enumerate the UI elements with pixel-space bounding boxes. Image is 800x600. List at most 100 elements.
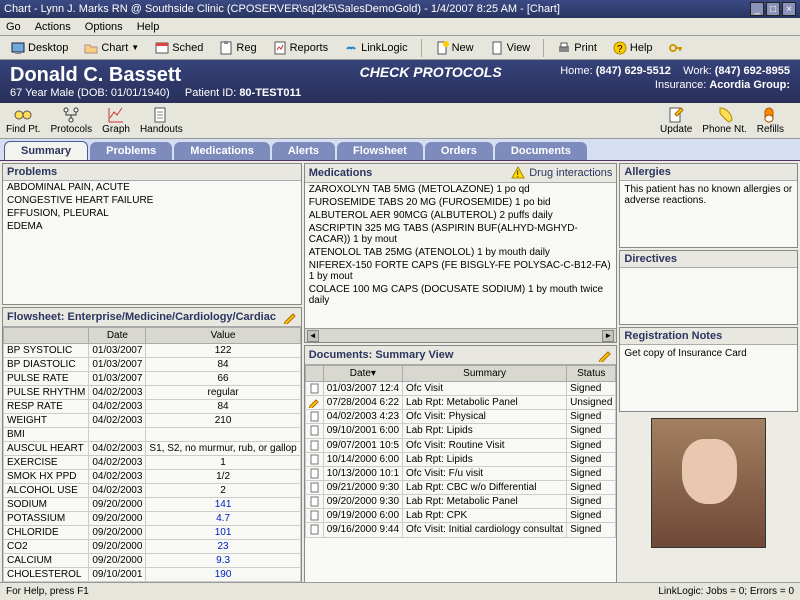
- flowsheet-row[interactable]: AUSCUL HEART04/02/2003S1, S2, no murmur,…: [4, 442, 301, 456]
- medication-item[interactable]: FUROSEMIDE TABS 20 MG (FUROSEMIDE) 1 po …: [305, 196, 617, 209]
- menu-actions[interactable]: Actions: [35, 21, 71, 33]
- tab-orders[interactable]: Orders: [425, 142, 493, 160]
- medication-item[interactable]: ASCRIPTIN 325 MG TABS (ASPIRIN BUF(ALHYD…: [305, 222, 617, 246]
- new-button[interactable]: New: [428, 38, 481, 58]
- document-row[interactable]: 09/07/2001 10:5Ofc Visit: Routine VisitS…: [305, 438, 616, 452]
- tab-documents[interactable]: Documents: [495, 142, 587, 160]
- document-row[interactable]: 09/20/2000 9:30Lab Rpt: Metabolic PanelS…: [305, 495, 616, 509]
- drug-interactions-link[interactable]: Drug interactions: [529, 167, 612, 179]
- tab-medications[interactable]: Medications: [174, 142, 270, 160]
- flowsheet-row[interactable]: ALCOHOL USE04/02/20032: [4, 484, 301, 498]
- flowsheet-col-value[interactable]: Value: [146, 328, 300, 344]
- chart-toolbar: Find Pt. Protocols Graph Handouts Update…: [0, 103, 800, 139]
- flowsheet-row[interactable]: CO209/20/200023: [4, 540, 301, 554]
- find-patient-button[interactable]: Find Pt.: [6, 106, 40, 135]
- flowsheet-row[interactable]: SODIUM09/20/2000141: [4, 498, 301, 512]
- flowsheet-row[interactable]: BP DIASTOLIC01/03/200784: [4, 358, 301, 372]
- document-row[interactable]: 07/28/2004 6:22Lab Rpt: Metabolic PanelU…: [305, 396, 616, 410]
- directives-header: Directives: [620, 251, 797, 268]
- help-button[interactable]: ?Help: [606, 38, 660, 58]
- medication-item[interactable]: COLACE 100 MG CAPS (DOCUSATE SODIUM) 1 b…: [305, 283, 617, 307]
- flowsheet-row[interactable]: BP SYSTOLIC01/03/2007122: [4, 344, 301, 358]
- pill-icon: [761, 106, 779, 124]
- regnotes-text[interactable]: Get copy of Insurance Card: [620, 345, 797, 411]
- flowsheet-row[interactable]: POTASSIUM09/20/20004.7: [4, 512, 301, 526]
- document-row[interactable]: 01/03/2007 12:4Ofc VisitSigned: [305, 382, 616, 396]
- flowsheet-date: [89, 428, 146, 442]
- print-button[interactable]: Print: [550, 38, 604, 58]
- meds-scrollbar[interactable]: ◄ ►: [305, 328, 617, 342]
- problem-item[interactable]: EFFUSION, PLEURAL: [3, 207, 301, 220]
- problems-list[interactable]: ABDOMINAL PAIN, ACUTECONGESTIVE HEART FA…: [3, 181, 301, 304]
- flowsheet-row[interactable]: EXERCISE04/02/20031: [4, 456, 301, 470]
- flowsheet-row[interactable]: PULSE RHYTHM04/02/2003regular: [4, 386, 301, 400]
- problem-item[interactable]: EDEMA: [3, 220, 301, 233]
- update-button[interactable]: Update: [660, 106, 692, 135]
- menu-options[interactable]: Options: [85, 21, 123, 33]
- document-row[interactable]: 09/10/2001 6:00Lab Rpt: LipidsSigned: [305, 424, 616, 438]
- medication-item[interactable]: ZAROXOLYN TAB 5MG (METOLAZONE) 1 po qd: [305, 183, 617, 196]
- flowsheet-row[interactable]: PULSE RATE01/03/200766: [4, 372, 301, 386]
- close-icon[interactable]: ×: [782, 2, 796, 16]
- linklogic-button[interactable]: LinkLogic: [337, 38, 414, 58]
- directives-body[interactable]: [620, 268, 797, 324]
- refills-button[interactable]: Refills: [757, 106, 784, 135]
- handouts-button[interactable]: Handouts: [140, 106, 183, 135]
- directives-panel: Directives: [619, 250, 798, 325]
- problem-item[interactable]: CONGESTIVE HEART FAILURE: [3, 194, 301, 207]
- sched-button[interactable]: Sched: [148, 38, 210, 58]
- pencil-icon[interactable]: [598, 348, 612, 362]
- document-row[interactable]: 04/02/2003 4:23Ofc Visit: PhysicalSigned: [305, 410, 616, 424]
- flowsheet-row[interactable]: SMOK HX PPD04/02/20031/2: [4, 470, 301, 484]
- doc-col-summary[interactable]: Summary: [403, 366, 567, 382]
- reports-button[interactable]: Reports: [266, 38, 336, 58]
- doc-status: Signed: [567, 452, 616, 466]
- desktop-button[interactable]: Desktop: [4, 38, 75, 58]
- tab-problems[interactable]: Problems: [90, 142, 172, 160]
- scroll-left-icon[interactable]: ◄: [307, 330, 319, 342]
- problem-item[interactable]: ABDOMINAL PAIN, ACUTE: [3, 181, 301, 194]
- view-button[interactable]: View: [483, 38, 538, 58]
- flowsheet-col-date[interactable]: Date: [89, 328, 146, 344]
- doc-col-date[interactable]: Date▾: [323, 366, 402, 382]
- phone-note-button[interactable]: Phone Nt.: [702, 106, 746, 135]
- chart-button[interactable]: Chart▼: [77, 38, 146, 58]
- flowsheet-body[interactable]: Date Value BP SYSTOLIC01/03/2007122BP DI…: [3, 327, 301, 596]
- flowsheet-date: 04/02/2003: [89, 484, 146, 498]
- document-row[interactable]: 09/19/2000 6:00Lab Rpt: CPKSigned: [305, 509, 616, 523]
- flowsheet-row[interactable]: CALCIUM09/20/20009.3: [4, 554, 301, 568]
- document-row[interactable]: 09/16/2000 9:44Ofc Visit: Initial cardio…: [305, 523, 616, 537]
- key-button[interactable]: [662, 38, 690, 58]
- flowsheet-row[interactable]: RESP RATE04/02/200384: [4, 400, 301, 414]
- tab-flowsheet[interactable]: Flowsheet: [337, 142, 423, 160]
- menu-go[interactable]: Go: [6, 21, 21, 33]
- menu-help[interactable]: Help: [137, 21, 160, 33]
- documents-body[interactable]: Date▾ Summary Status 01/03/2007 12:4Ofc …: [305, 365, 617, 596]
- document-row[interactable]: 10/13/2000 10:1Ofc Visit: F/u visitSigne…: [305, 466, 616, 480]
- graph-button[interactable]: Graph: [102, 106, 130, 135]
- flowsheet-row[interactable]: CHLORIDE09/20/2000101: [4, 526, 301, 540]
- flowsheet-value: [146, 428, 300, 442]
- doc-col-icon[interactable]: [305, 366, 323, 382]
- document-row[interactable]: 09/21/2000 9:30Lab Rpt: CBC w/o Differen…: [305, 480, 616, 494]
- tab-alerts[interactable]: Alerts: [272, 142, 335, 160]
- pencil-icon[interactable]: [283, 310, 297, 324]
- reg-button[interactable]: Reg: [212, 38, 263, 58]
- doc-status: Signed: [567, 466, 616, 480]
- medication-item[interactable]: NIFEREX-150 FORTE CAPS (FE BISGLY-FE POL…: [305, 259, 617, 283]
- maximize-icon[interactable]: □: [766, 2, 780, 16]
- flowsheet-row[interactable]: WEIGHT04/02/2003210: [4, 414, 301, 428]
- flowsheet-col-name[interactable]: [4, 328, 89, 344]
- medication-item[interactable]: ATENOLOL TAB 25MG (ATENOLOL) 1 by mouth …: [305, 246, 617, 259]
- flowsheet-row[interactable]: BMI: [4, 428, 301, 442]
- medication-item[interactable]: ALBUTEROL AER 90MCG (ALBUTEROL) 2 puffs …: [305, 209, 617, 222]
- scroll-right-icon[interactable]: ►: [602, 330, 614, 342]
- minimize-icon[interactable]: _: [750, 2, 764, 16]
- flowsheet-row[interactable]: CHOLESTEROL09/10/2001190: [4, 568, 301, 582]
- medications-list[interactable]: ZAROXOLYN TAB 5MG (METOLAZONE) 1 po qdFU…: [305, 183, 617, 328]
- doc-col-status[interactable]: Status: [567, 366, 616, 382]
- allergies-header: Allergies: [620, 164, 797, 181]
- tab-summary[interactable]: Summary: [4, 141, 88, 160]
- document-row[interactable]: 10/14/2000 6:00Lab Rpt: LipidsSigned: [305, 452, 616, 466]
- protocols-button[interactable]: Protocols: [50, 106, 92, 135]
